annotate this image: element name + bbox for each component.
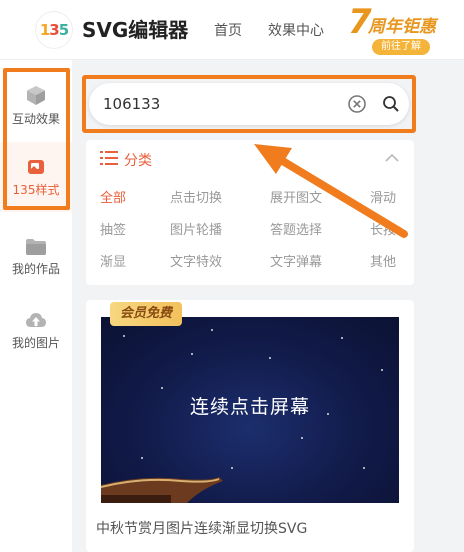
category-item-all[interactable]: 全部 xyxy=(100,187,126,206)
sidebar-item-label: 我的作品 xyxy=(11,261,60,276)
sidebar-item-my-works[interactable]: 我的作品 xyxy=(0,222,72,292)
clear-icon[interactable] xyxy=(347,94,367,114)
chevron-up-icon[interactable] xyxy=(384,152,400,164)
template-title[interactable]: 中秋节赏月图片连续渐显切换SVG xyxy=(96,518,307,538)
category-panel: 分类 全部 点击切换 展开图文 滑动 抽签 图片轮播 答题选择 长按 渐显 文字… xyxy=(86,140,414,285)
sidebar-item-135-styles[interactable]: 135样式 xyxy=(0,142,72,212)
sidebar-item-label: 互动效果 xyxy=(11,111,60,126)
top-header: 135 SVG编辑器 首页 效果中心 7 周年钜惠 前往了解 xyxy=(0,0,464,60)
promo-button[interactable]: 前往了解 xyxy=(372,39,430,55)
cloud-upload-icon xyxy=(26,312,46,327)
sidebar-item-label: 135样式 xyxy=(12,182,60,197)
search-input[interactable] xyxy=(103,93,333,115)
preview-caption: 连续点击屏幕 xyxy=(189,396,310,418)
category-item[interactable]: 展开图文 xyxy=(270,187,322,206)
category-item[interactable]: 抽签 xyxy=(100,219,126,238)
category-title: 分类 xyxy=(124,153,152,169)
template-card[interactable]: 连续点击屏幕 会员免费 中秋节赏月图片连续渐显切换SVG xyxy=(86,300,414,552)
sidebar-item-my-images[interactable]: 我的图片 xyxy=(0,296,72,366)
folder-icon xyxy=(26,238,46,255)
category-item[interactable]: 答题选择 xyxy=(270,219,322,238)
sidebar-item-interactive-effects[interactable]: 互动效果 xyxy=(0,70,72,140)
search-icon[interactable] xyxy=(381,94,401,114)
category-item[interactable]: 图片轮播 xyxy=(170,219,222,238)
member-free-badge: 会员免费 xyxy=(110,302,182,326)
sidebar: 互动效果 135样式 我的作品 我的图片 xyxy=(0,60,72,552)
logo[interactable]: 135 xyxy=(36,12,72,48)
category-item[interactable]: 文字特效 xyxy=(170,251,222,270)
category-item[interactable]: 长按 xyxy=(370,219,396,238)
category-item[interactable]: 滑动 xyxy=(370,187,396,206)
promo-banner[interactable]: 7 周年钜惠 前往了解 xyxy=(346,2,438,56)
category-item[interactable]: 渐显 xyxy=(100,251,126,270)
sidebar-item-label: 我的图片 xyxy=(11,335,60,350)
category-item[interactable]: 文字弹幕 xyxy=(270,251,322,270)
cube-icon xyxy=(27,85,45,105)
list-icon xyxy=(100,151,118,165)
template-preview-image[interactable]: 连续点击屏幕 xyxy=(101,317,399,503)
nav-effects-center-link[interactable]: 效果中心 xyxy=(268,20,324,40)
category-item[interactable]: 点击切换 xyxy=(170,187,222,206)
pavilion-roof-graphic xyxy=(101,477,223,503)
nav-home-link[interactable]: 首页 xyxy=(214,20,242,40)
promo-title: 周年钜惠 xyxy=(368,17,436,37)
search-bar xyxy=(89,83,409,125)
image-gallery-icon xyxy=(28,159,44,174)
category-item[interactable]: 其他 xyxy=(370,251,396,270)
app-title: SVG编辑器 xyxy=(82,18,189,42)
